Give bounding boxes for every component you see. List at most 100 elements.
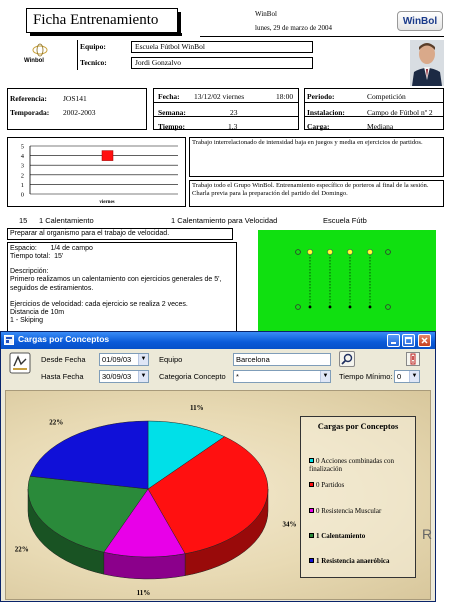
window-titlebar[interactable]: Cargas por Conceptos <box>1 332 435 349</box>
exit-button[interactable] <box>406 352 420 366</box>
periodo-value: Competición <box>367 92 406 101</box>
desde-label: Desde Fecha <box>41 355 86 364</box>
report-title-shadow <box>30 33 182 36</box>
categoria-select[interactable]: * ▼ <box>233 370 331 383</box>
chevron-down-icon[interactable]: ▼ <box>320 371 330 382</box>
legend-label: 0 Partidos <box>316 481 345 489</box>
brand-logo: WinBol <box>397 11 443 31</box>
mini-chart-tick: 1 <box>21 182 24 189</box>
chevron-down-icon[interactable]: ▼ <box>409 371 419 382</box>
mini-chart-xlabel: viernes <box>99 200 114 205</box>
equipo-value: Escuela Fútbol WinBol <box>135 42 205 51</box>
pie-slice-label: 11% <box>137 589 151 597</box>
chart-legend: Cargas por Conceptos 0 Acciones combinad… <box>300 416 416 578</box>
legend-item: 0 Resistencia Muscular <box>309 507 411 515</box>
tiempo-minimo-label: Tiempo Mínimo: <box>339 372 393 381</box>
calendar-icon[interactable] <box>9 352 31 374</box>
temporada-label: Temporada: <box>10 108 50 117</box>
temporada-value: 2002-2003 <box>63 108 96 117</box>
note1-text: Trabajo interrelacionado de intensidad b… <box>192 139 423 146</box>
window-title: Cargas por Conceptos <box>18 334 110 344</box>
mini-chart-tick: 3 <box>21 163 24 170</box>
search-button[interactable] <box>339 351 355 367</box>
tecnico-value: Jordi Gonzalvo <box>135 58 182 67</box>
tiempo-label: Tiempo: <box>158 122 185 131</box>
exercise-number: 15 <box>19 216 28 225</box>
report-title-box: Ficha Entrenamiento <box>26 8 178 33</box>
periodo-label: Periodo: <box>307 92 335 101</box>
distancia-line: Distancia de 10m <box>10 309 65 316</box>
legend-title: Cargas por Conceptos <box>317 421 399 431</box>
cargas-window: Cargas por Conceptos Desde Fecha 01/09/0… <box>0 331 436 602</box>
objective-box: Preparar al organismo para el trabajo de… <box>7 228 233 240</box>
fecha-rule-1 <box>153 102 299 103</box>
pie-slice-label: 34% <box>282 521 296 529</box>
mini-chart-tick: 4 <box>21 153 25 160</box>
hasta-fecha-input[interactable]: 30/09/03 ▼ <box>99 370 149 383</box>
note2-text: Trabajo todo el Grupo WinBol. Entrenamie… <box>192 182 429 197</box>
periodo-rule-1 <box>304 102 444 103</box>
legend-swatch <box>309 558 314 563</box>
exercise-school: Escuela Fútb <box>323 216 367 225</box>
legend-label: 0 Acciones combinadas con finalización <box>309 457 394 473</box>
legend-swatch <box>309 482 314 487</box>
report-date: lunes, 29 de marzo de 2004 <box>255 24 332 32</box>
equipo-filter-label: Equipo <box>159 355 183 364</box>
maximize-icon[interactable] <box>402 334 415 347</box>
legend-swatch <box>309 533 314 538</box>
minimize-icon[interactable] <box>387 334 400 347</box>
note1-box: Trabajo interrelacionado de intensidad b… <box>189 137 444 177</box>
fecha-rule-2 <box>153 116 299 117</box>
legend-item: 1 Resistencia anaeróbica <box>309 557 411 565</box>
tiempo-value: 1,3 <box>228 122 238 131</box>
equipo-filter-value: Barcelona <box>236 355 270 364</box>
desde-fecha-input[interactable]: 01/09/03 ▼ <box>99 353 149 366</box>
hora-value: 18:00 <box>276 92 294 101</box>
fecha-value: 13/12/02 viernes <box>194 92 245 101</box>
carga-label: Carga: <box>307 122 330 131</box>
tecnico-label: Tecnico: <box>80 58 107 67</box>
report-title: Ficha Entrenamiento <box>33 12 159 28</box>
periodo-rule-2 <box>304 116 444 117</box>
descripcion-label: Descripción: <box>10 268 49 275</box>
tecnico-field: Jordi Gonzalvo <box>131 57 313 69</box>
equipo-filter-input[interactable]: Barcelona <box>233 353 331 366</box>
equipo-box-left <box>77 40 78 70</box>
mini-chart-marker <box>101 150 114 161</box>
carga-value: Mediana <box>367 122 394 131</box>
tiempo-minimo-select[interactable]: 0 ▼ <box>394 370 420 383</box>
report-title-shadow-side <box>178 12 181 36</box>
legend-item: 1 Calentamiento <box>309 532 411 540</box>
skipping-line: 1 - Skiping <box>10 317 44 324</box>
header-rule <box>200 36 444 37</box>
legend-label: 1 Resistencia anaeróbica <box>316 557 390 565</box>
ejercicios-line: Ejercicios de velocidad: cada ejercicio … <box>10 301 188 308</box>
field-drills <box>295 249 391 310</box>
referencia-value: JOS141 <box>63 94 87 103</box>
referencia-label: Referencia: <box>10 94 47 103</box>
chevron-down-icon[interactable]: ▼ <box>138 354 148 365</box>
fecha-label: Fecha: <box>158 92 180 101</box>
mini-chart: 5 4 3 2 1 0 viernes <box>21 144 178 205</box>
close-icon[interactable] <box>418 334 431 347</box>
brand-logo-text: WinBol <box>402 16 438 27</box>
mini-chart-tick: 0 <box>21 192 24 199</box>
hasta-label: Hasta Fecha <box>41 372 84 381</box>
note2-box: Trabajo todo el Grupo WinBol. Entrenamie… <box>189 180 444 207</box>
chevron-down-icon[interactable]: ▼ <box>138 371 148 382</box>
pie-slice-label: 22% <box>15 545 29 553</box>
report-page: Ficha Entrenamiento WinBol lunes, 29 de … <box>0 0 449 331</box>
pie-slice-label: 22% <box>49 418 63 426</box>
descripcion-text: Primero realizamos un calentamiento con … <box>10 276 222 292</box>
search-icon <box>341 353 353 365</box>
exit-icon <box>410 353 416 365</box>
mini-chart-box: 5 4 3 2 1 0 viernes <box>7 137 186 207</box>
club-name: WinBol <box>255 10 277 18</box>
legend-label: 1 Calentamiento <box>316 532 366 540</box>
exercise-name: 1 Calentamiento <box>39 216 94 225</box>
equipo-field: Escuela Fútbol WinBol <box>131 41 313 53</box>
categoria-value: * <box>236 372 239 381</box>
chart-panel: 11% 34% 11% 22% 22% Cargas por Conceptos 0 A… <box>5 390 431 600</box>
legend-item: 0 Acciones combinadas con finalización <box>309 457 411 473</box>
categoria-label: Categoria Concepto <box>159 372 226 381</box>
